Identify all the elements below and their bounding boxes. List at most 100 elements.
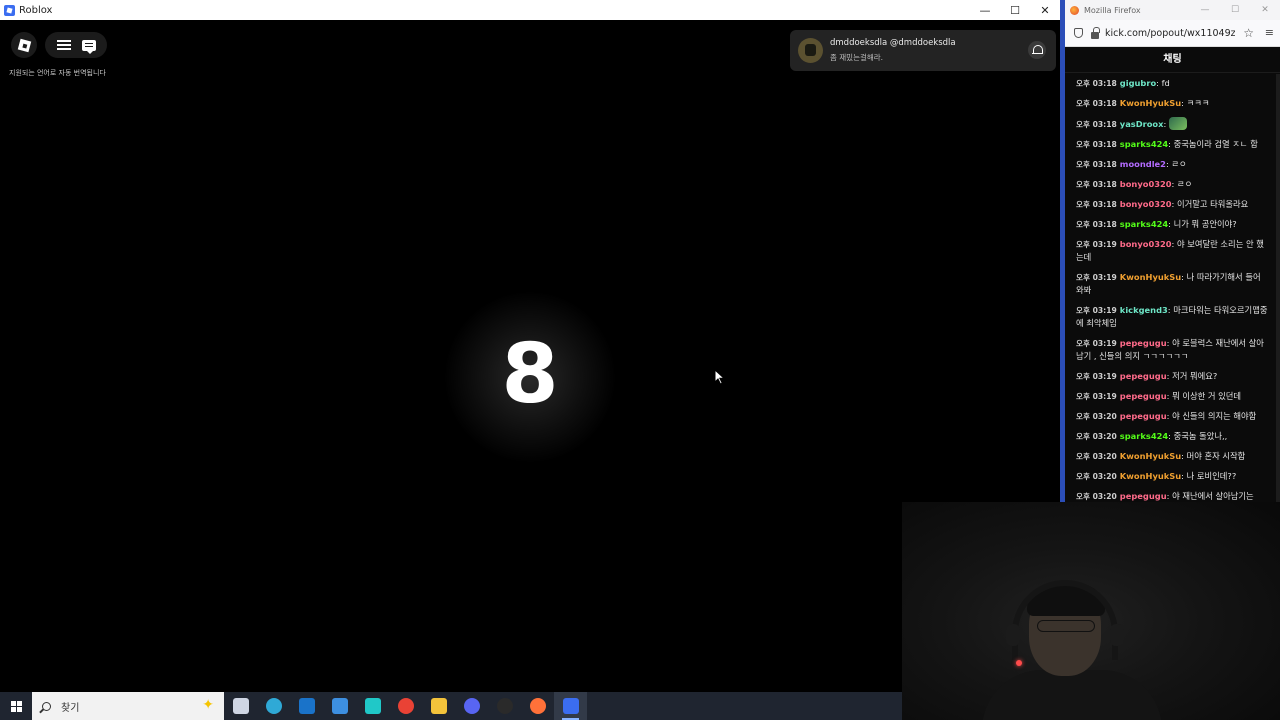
chat-text: 야 재난에서 살아남기는 <box>1172 491 1254 501</box>
roblox-app-icon <box>4 4 15 16</box>
chat-message: 오후 03:18 bonyo0320: 이거말고 타워올라요 <box>1076 198 1268 211</box>
ff-maximize-button[interactable]: ☐ <box>1220 0 1250 20</box>
taskbar: 찾기 ✦ <box>0 692 902 720</box>
chat-username[interactable]: sparks424 <box>1120 219 1168 229</box>
roblox-titlebar[interactable]: Roblox — ☐ ✕ <box>0 0 1060 20</box>
taskbar-discord-button[interactable] <box>455 692 488 720</box>
taskbar-outlook-button[interactable] <box>290 692 323 720</box>
chat-username[interactable]: moondle2 <box>1120 159 1166 169</box>
ff-minimize-button[interactable]: — <box>1190 0 1220 20</box>
lock-icon[interactable] <box>1091 26 1100 39</box>
chat-username[interactable]: KwonHyukSu <box>1120 471 1181 481</box>
chat-timestamp: 오후 03:18 <box>1076 200 1117 209</box>
chat-message: 오후 03:18 yasDroox: <box>1076 117 1268 131</box>
chat-username[interactable]: KwonHyukSu <box>1120 272 1181 282</box>
headset-earcup-left <box>1006 624 1020 646</box>
chat-username[interactable]: pepegugu <box>1120 371 1167 381</box>
chat-username[interactable]: yasDroox <box>1120 119 1164 129</box>
game-viewport[interactable]: 지원되는 언어로 자동 번역됩니다 8 dmddoeksdla @dmddoek… <box>0 20 1060 692</box>
chat-username[interactable]: pepegugu <box>1120 391 1167 401</box>
notification-message: 좀 재밌는걸해라. <box>830 53 884 62</box>
outlook-icon <box>298 698 315 714</box>
chat-timestamp: 오후 03:19 <box>1076 306 1117 315</box>
chat-username[interactable]: KwonHyukSu <box>1120 451 1181 461</box>
taskbar-file-explorer-button[interactable] <box>422 692 455 720</box>
headset-earcup-right <box>1110 624 1124 646</box>
taskbar-apps <box>224 692 587 720</box>
menu-icon[interactable]: ≡ <box>1265 26 1274 39</box>
address-bar[interactable]: kick.com/popout/wx11049zj83 ☆ ≡ <box>1065 20 1280 47</box>
chat-username[interactable]: kickgend3 <box>1120 305 1168 315</box>
chat-username[interactable]: bonyo0320 <box>1120 199 1172 209</box>
minimize-button[interactable]: — <box>970 0 1000 20</box>
chat-timestamp: 오후 03:18 <box>1076 180 1117 189</box>
chat-username[interactable]: KwonHyukSu <box>1120 98 1181 108</box>
countdown-number: 8 <box>501 327 559 422</box>
taskbar-roblox-button[interactable] <box>554 692 587 720</box>
chat-bubble-icon[interactable] <box>81 39 96 54</box>
taskbar-chrome-button[interactable] <box>389 692 422 720</box>
chat-scrollbar[interactable] <box>1276 74 1280 502</box>
notification-bell-icon[interactable] <box>1028 41 1046 59</box>
roblox-window-title: Roblox <box>19 4 53 16</box>
chat-username[interactable]: pepegugu <box>1120 491 1167 501</box>
hamburger-menu-icon[interactable] <box>56 40 71 50</box>
firefox-titlebar[interactable]: Mozilla Firefox — ☐ ✕ <box>1065 0 1280 20</box>
chat-timestamp: 오후 03:18 <box>1076 160 1117 169</box>
chat-timestamp: 오후 03:19 <box>1076 372 1117 381</box>
chat-message-list[interactable]: 오후 03:18 gigubro: fd 오후 03:18 KwonHyukSu: ㅋ… <box>1065 73 1280 502</box>
close-button[interactable]: ✕ <box>1030 0 1060 20</box>
taskbar-bird-app-button[interactable] <box>356 692 389 720</box>
chat-timestamp: 오후 03:19 <box>1076 273 1117 282</box>
chat-message: 오후 03:20 pepegugu: 야 신들의 의지는 해야함 <box>1076 410 1268 423</box>
chat-message: 오후 03:19 pepegugu: 야 로블럭스 재난에서 살아남기 , 신들의… <box>1076 337 1268 363</box>
chat-username[interactable]: sparks424 <box>1120 431 1168 441</box>
chat-message: 오후 03:18 sparks424: 니가 뭐 공안이야? <box>1076 218 1268 231</box>
chat-timestamp: 오후 03:19 <box>1076 339 1117 348</box>
ff-close-button[interactable]: ✕ <box>1250 0 1280 20</box>
roblox-menu-button[interactable] <box>11 32 37 58</box>
maximize-button[interactable]: ☐ <box>1000 0 1030 20</box>
file-explorer-icon <box>430 698 447 714</box>
chat-username[interactable]: bonyo0320 <box>1120 239 1172 249</box>
taskbar-edge-button[interactable] <box>257 692 290 720</box>
chat-text: 머야 혼자 시작함 <box>1186 451 1246 461</box>
streamer-body <box>982 670 1162 720</box>
chat-timestamp: 오후 03:20 <box>1076 452 1117 461</box>
chat-timestamp: 오후 03:20 <box>1076 472 1117 481</box>
taskbar-firefox-button[interactable] <box>521 692 554 720</box>
chat-username[interactable]: pepegugu <box>1120 411 1167 421</box>
chat-text: ㅋㅋㅋ <box>1186 98 1210 108</box>
chat-username[interactable]: gigubro <box>1120 78 1156 88</box>
chat-timestamp: 오후 03:18 <box>1076 140 1117 149</box>
chat-text: 중국놈이라 검열 ㅈㄴ 함 <box>1173 139 1258 149</box>
chat-username[interactable]: pepegugu <box>1120 338 1167 348</box>
taskbar-store-button[interactable] <box>323 692 356 720</box>
chat-message: 오후 03:18 sparks424: 중국놈이라 검열 ㅈㄴ 함 <box>1076 138 1268 151</box>
chat-message: 오후 03:18 gigubro: fd <box>1076 77 1268 90</box>
firefox-window-title: Mozilla Firefox <box>1084 5 1141 15</box>
chat-username[interactable]: bonyo0320 <box>1120 179 1172 189</box>
taskbar-obs-button[interactable] <box>488 692 521 720</box>
bookmark-star-icon[interactable]: ☆ <box>1243 26 1254 40</box>
start-button[interactable] <box>0 692 32 720</box>
discord-icon <box>463 698 480 714</box>
roblox-window: Roblox — ☐ ✕ 지원되는 언어로 자동 번역됩니다 8 dmddoek… <box>0 0 1060 692</box>
chat-timestamp: 오후 03:19 <box>1076 240 1117 249</box>
taskbar-task-view-button[interactable] <box>224 692 257 720</box>
chat-text: 저거 뭐에요? <box>1172 371 1218 381</box>
chat-timestamp: 오후 03:18 <box>1076 79 1117 88</box>
chat-message: 오후 03:20 KwonHyukSu: 머야 혼자 시작함 <box>1076 450 1268 463</box>
chat-timestamp: 오후 03:18 <box>1076 99 1117 108</box>
chat-message: 오후 03:18 KwonHyukSu: ㅋㅋㅋ <box>1076 97 1268 110</box>
windows-logo-icon <box>10 700 22 712</box>
task-view-icon <box>232 698 249 714</box>
friend-notification[interactable]: dmddoeksdla @dmddoeksdla 좀 재밌는걸해라. <box>790 30 1056 71</box>
chat-username[interactable]: sparks424 <box>1120 139 1168 149</box>
tracking-shield-icon[interactable] <box>1074 28 1083 38</box>
chat-message: 오후 03:20 pepegugu: 야 재난에서 살아남기는 <box>1076 490 1268 502</box>
firefox-icon <box>529 698 546 714</box>
taskbar-search[interactable]: 찾기 ✦ <box>32 692 224 720</box>
chat-title: 채팅 <box>1065 47 1280 73</box>
url-text[interactable]: kick.com/popout/wx11049zj83 <box>1105 28 1235 39</box>
